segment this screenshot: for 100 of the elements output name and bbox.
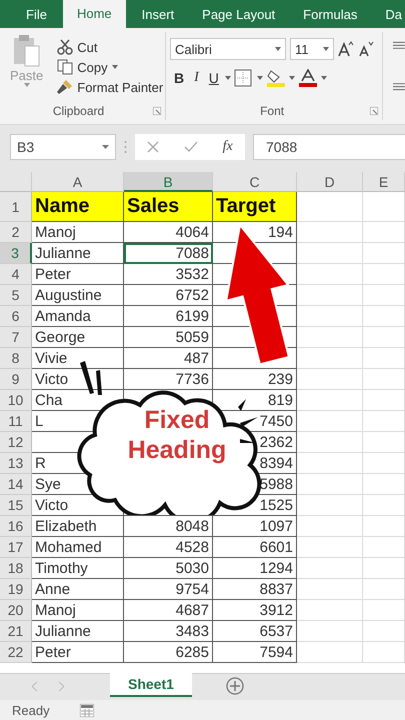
grow-font-icon[interactable] — [338, 41, 354, 57]
table-cell — [297, 327, 363, 348]
caret-icon[interactable] — [288, 76, 295, 80]
column-header[interactable]: B — [124, 172, 213, 192]
launcher-icon[interactable] — [153, 107, 161, 115]
row-header[interactable]: 1 — [0, 192, 32, 222]
table-cell: 1294 — [213, 558, 297, 579]
table-cell — [297, 621, 363, 642]
grip-icon — [124, 140, 127, 154]
table-cell: 3912 — [213, 600, 297, 621]
group-label: Clipboard — [52, 104, 106, 118]
table-cell — [297, 537, 363, 558]
table-cell: Timothy — [32, 558, 124, 579]
table-cell: Sales — [124, 192, 213, 222]
table-cell — [297, 642, 363, 663]
name-box[interactable]: B3 — [10, 134, 116, 160]
table-cell: 3532 — [124, 264, 213, 285]
table-cell — [363, 558, 405, 579]
row-header[interactable]: 6 — [0, 306, 32, 327]
table-cell: 8048 — [124, 516, 213, 537]
caret-icon[interactable] — [224, 76, 231, 80]
table-cell — [297, 390, 363, 411]
row-header[interactable]: 9 — [0, 369, 32, 390]
clipboard-command[interactable]: Format Painter — [55, 78, 166, 96]
table-cell — [297, 243, 363, 264]
table-cell — [297, 495, 363, 516]
row-header[interactable]: 19 — [0, 579, 32, 600]
table-cell: 8837 — [213, 579, 297, 600]
table-cell — [363, 495, 405, 516]
table-cell: Anne — [32, 579, 124, 600]
row-header[interactable]: 12 — [0, 432, 32, 453]
row-header[interactable]: 21 — [0, 621, 32, 642]
font-name-field[interactable]: Calibri — [170, 38, 286, 60]
table-cell: Peter — [32, 642, 124, 663]
row-header[interactable]: 15 — [0, 495, 32, 516]
table-cell — [363, 222, 405, 243]
table-cell: Peter — [32, 264, 124, 285]
row-header[interactable]: 3 — [0, 243, 32, 264]
formula-input[interactable]: 7088 — [253, 134, 405, 160]
ribbon-tab[interactable]: Formulas — [291, 2, 370, 28]
row-header[interactable]: 17 — [0, 537, 32, 558]
insert-function-button[interactable]: fx — [222, 138, 233, 154]
row-header[interactable]: 7 — [0, 327, 32, 348]
ribbon-tab[interactable]: File — [14, 2, 59, 28]
row-header[interactable]: 8 — [0, 348, 32, 369]
row-header[interactable]: 18 — [0, 558, 32, 579]
shrink-font-icon[interactable] — [358, 41, 374, 57]
bold-button[interactable]: B — [170, 68, 188, 88]
table-cell: 4064 — [124, 222, 213, 243]
ribbon-tab[interactable]: Insert — [130, 2, 186, 28]
font-color-icon[interactable] — [296, 69, 319, 87]
row-header[interactable]: 10 — [0, 390, 32, 411]
fill-color-icon[interactable] — [264, 69, 287, 87]
clipboard-command[interactable]: Cut — [55, 38, 166, 56]
clipboard-command[interactable]: Copy — [55, 58, 166, 76]
brush-icon — [57, 79, 74, 95]
column-header[interactable]: D — [297, 172, 363, 192]
row-header[interactable]: 2 — [0, 222, 32, 243]
table-cell — [363, 642, 405, 663]
column-header[interactable]: E — [363, 172, 405, 192]
table-cell — [363, 432, 405, 453]
row-header[interactable]: 5 — [0, 285, 32, 306]
table-cell: 6752 — [124, 285, 213, 306]
table-cell — [297, 600, 363, 621]
table-cell — [297, 516, 363, 537]
row-header[interactable]: 16 — [0, 516, 32, 537]
table-cell — [297, 306, 363, 327]
table-cell — [363, 390, 405, 411]
table-cell: 487 — [124, 348, 213, 369]
caret-icon[interactable] — [256, 76, 263, 80]
row-header[interactable]: 14 — [0, 474, 32, 495]
italic-button[interactable]: I — [190, 68, 203, 88]
new-sheet-icon[interactable] — [226, 677, 244, 695]
column-header[interactable]: C — [213, 172, 297, 192]
macro-record-icon[interactable] — [80, 704, 94, 716]
table-cell — [297, 579, 363, 600]
clipboard-icon — [12, 34, 42, 68]
caret-icon — [323, 47, 329, 51]
sheet-tab[interactable]: Sheet1 — [110, 673, 192, 697]
check-icon[interactable] — [184, 140, 198, 152]
row-header[interactable]: 11 — [0, 411, 32, 432]
table-cell: 6537 — [213, 621, 297, 642]
ribbon-tab[interactable]: Da — [373, 2, 405, 28]
status-text: Ready — [12, 702, 50, 718]
row-header[interactable]: 20 — [0, 600, 32, 621]
table-cell: 7594 — [213, 642, 297, 663]
row-header[interactable]: 4 — [0, 264, 32, 285]
ribbon-tab[interactable]: Page Layout — [190, 2, 288, 28]
underline-button[interactable]: U — [204, 68, 223, 88]
table-cell — [297, 222, 363, 243]
ribbon-tab[interactable]: Home — [62, 0, 126, 28]
row-header[interactable]: 13 — [0, 453, 32, 474]
table-cell — [297, 369, 363, 390]
table-cell — [363, 285, 405, 306]
column-header[interactable]: A — [32, 172, 124, 192]
row-header[interactable]: 22 — [0, 642, 32, 663]
caret-icon[interactable] — [320, 76, 327, 80]
font-size-field[interactable]: 11 — [290, 38, 334, 60]
launcher-icon[interactable] — [370, 107, 378, 115]
table-cell — [363, 474, 405, 495]
